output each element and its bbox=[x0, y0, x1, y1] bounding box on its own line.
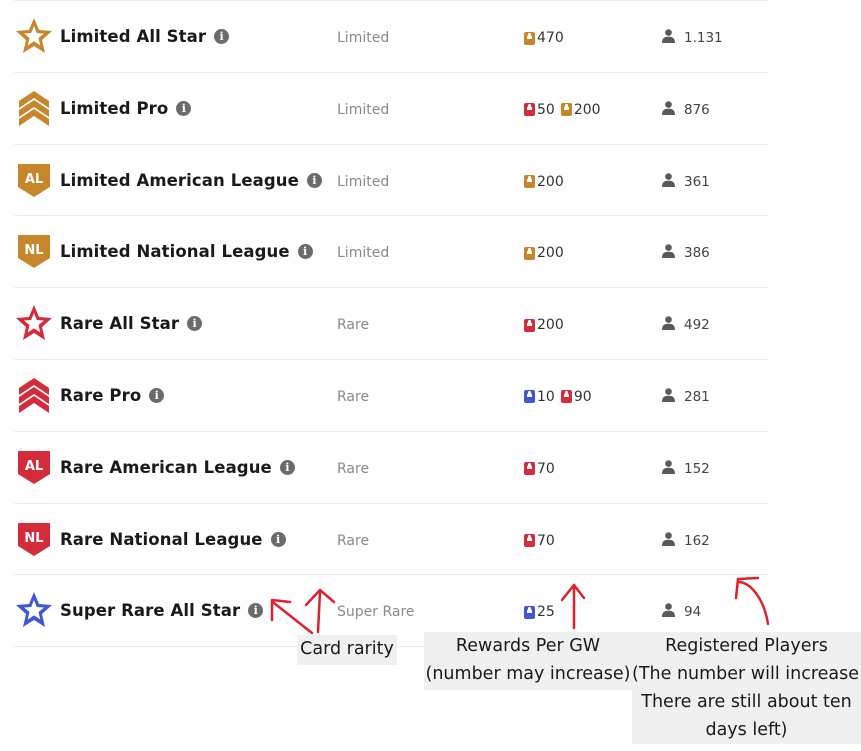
annotation-arrows bbox=[270, 576, 770, 635]
players-arrow bbox=[734, 576, 770, 626]
rewards-arrow bbox=[560, 583, 586, 630]
rarity-arrow-up bbox=[304, 588, 336, 634]
